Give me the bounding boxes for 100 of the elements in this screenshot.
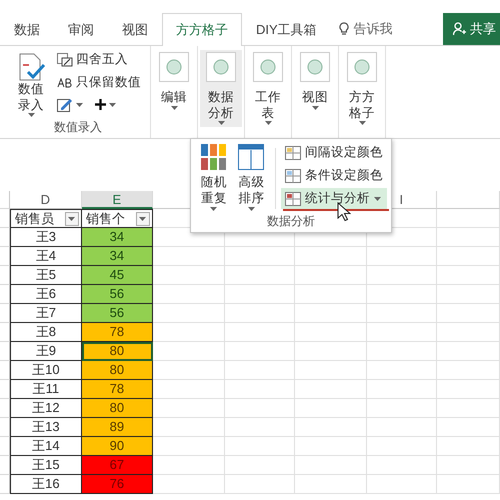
caret-icon <box>248 206 255 210</box>
caret-icon <box>358 121 366 126</box>
empty-cell <box>224 380 295 399</box>
empty-cell <box>366 361 437 380</box>
empty-cell <box>366 247 437 266</box>
empty-cell <box>366 399 437 418</box>
grid-icon <box>285 168 301 182</box>
empty-cell <box>436 399 500 418</box>
name-cell: 王7 <box>10 304 82 323</box>
name-cell: 王16 <box>10 475 82 494</box>
menu-item[interactable]: 条件设定颜色 <box>281 165 387 186</box>
ribbon-tab[interactable]: 方方格子 <box>162 13 242 46</box>
filter-dropdown[interactable] <box>64 212 79 226</box>
value-cell: 78 <box>82 323 153 342</box>
group-label: 数值录入 <box>53 119 103 136</box>
ribbon-small-button[interactable]: 四舍五入 <box>56 50 142 69</box>
value-entry-button[interactable]: 数值录入 <box>10 50 52 120</box>
empty-cell <box>436 323 500 342</box>
empty-cell <box>366 304 437 323</box>
ribbon-button[interactable]: 工作表 <box>247 50 289 128</box>
user-add-icon <box>453 22 466 36</box>
tell-me-field[interactable]: 告诉我 <box>354 20 393 38</box>
value-cell: 45 <box>82 266 153 285</box>
panel-button[interactable]: 高级排序 <box>232 142 270 212</box>
ribbon-tab[interactable]: 视图 <box>108 13 162 45</box>
ribbon-small-button[interactable]: 只保留数值 <box>56 73 142 92</box>
menu-item[interactable]: 统计与分析 <box>281 188 387 209</box>
caret-icon <box>312 106 318 110</box>
value-cell: 80 <box>82 399 153 418</box>
ribbon-tab[interactable]: DIY工具箱 <box>242 13 331 45</box>
empty-cell <box>436 209 500 228</box>
empty-cell <box>436 342 500 361</box>
value-cell: 67 <box>82 456 153 475</box>
ribbon-button[interactable]: 方方格子 <box>341 50 383 128</box>
column-header[interactable]: I <box>400 192 404 207</box>
column-header[interactable]: D <box>40 192 50 207</box>
circle-icon <box>260 59 276 75</box>
empty-cell <box>436 418 500 437</box>
caret-icon <box>170 106 178 110</box>
group-label: 数据分析 <box>266 212 316 230</box>
empty-cell <box>366 418 437 437</box>
caret-icon <box>28 113 34 118</box>
empty-cell <box>224 247 295 266</box>
empty-cell <box>366 437 437 456</box>
circle-icon <box>354 59 370 75</box>
empty-cell <box>224 342 295 361</box>
ribbon-tab[interactable]: 审阅 <box>54 13 108 45</box>
empty-cell <box>366 342 437 361</box>
empty-cell <box>436 228 500 247</box>
caret-icon <box>139 216 146 220</box>
empty-cell <box>366 456 437 475</box>
plus-dropdown[interactable] <box>94 98 117 111</box>
plus-icon <box>95 99 106 110</box>
value-cell: 90 <box>82 437 153 456</box>
value-cell: 76 <box>82 475 153 494</box>
empty-cell <box>436 437 500 456</box>
empty-cell <box>224 475 295 494</box>
circle-icon <box>307 59 323 75</box>
name-cell: 王12 <box>10 399 82 418</box>
ribbon-button[interactable]: 数据分析 <box>200 50 242 128</box>
menu-item[interactable]: 间隔设定颜色 <box>281 142 387 163</box>
name-cell: 王3 <box>10 228 82 247</box>
empty-cell <box>366 475 437 494</box>
header-cell[interactable]: 销售员 <box>10 209 82 228</box>
share-button[interactable]: 共享 <box>443 13 500 45</box>
empty-cell <box>366 266 437 285</box>
empty-cell <box>224 266 295 285</box>
ribbon-button[interactable]: 视图 <box>294 50 336 112</box>
caret-icon <box>68 216 76 220</box>
empty-cell <box>436 247 500 266</box>
name-cell: 王11 <box>10 380 82 399</box>
caret-icon <box>264 121 272 126</box>
filter-dropdown[interactable] <box>136 212 150 226</box>
empty-cell <box>436 266 500 285</box>
grid-icon <box>285 192 301 206</box>
name-cell: 王14 <box>10 437 82 456</box>
empty-cell <box>436 361 500 380</box>
empty-cell <box>366 323 437 342</box>
panel-button[interactable]: 随机重复 <box>195 142 233 212</box>
caret-icon <box>109 102 116 106</box>
name-cell: 王8 <box>10 323 82 342</box>
empty-cell <box>224 399 295 418</box>
caret-icon <box>374 196 381 200</box>
name-cell: 王4 <box>10 247 82 266</box>
value-cell: 80 <box>82 342 153 361</box>
column-header[interactable]: E <box>112 192 122 207</box>
percent-grid-icon <box>57 52 73 66</box>
name-cell: 王15 <box>10 456 82 475</box>
value-cell: 56 <box>82 304 153 323</box>
empty-cell <box>366 380 437 399</box>
ribbon-button[interactable]: 编辑 <box>153 50 195 112</box>
edit-dropdown[interactable] <box>56 96 84 113</box>
ribbon-tab[interactable]: 数据 <box>0 13 54 45</box>
circle-icon <box>213 59 229 75</box>
caret-icon <box>218 121 224 126</box>
grid-icon <box>285 146 301 160</box>
header-cell[interactable]: 销售个 <box>82 209 153 228</box>
color-blocks-icon <box>200 144 227 170</box>
name-cell: 王13 <box>10 418 82 437</box>
empty-cell <box>224 285 295 304</box>
